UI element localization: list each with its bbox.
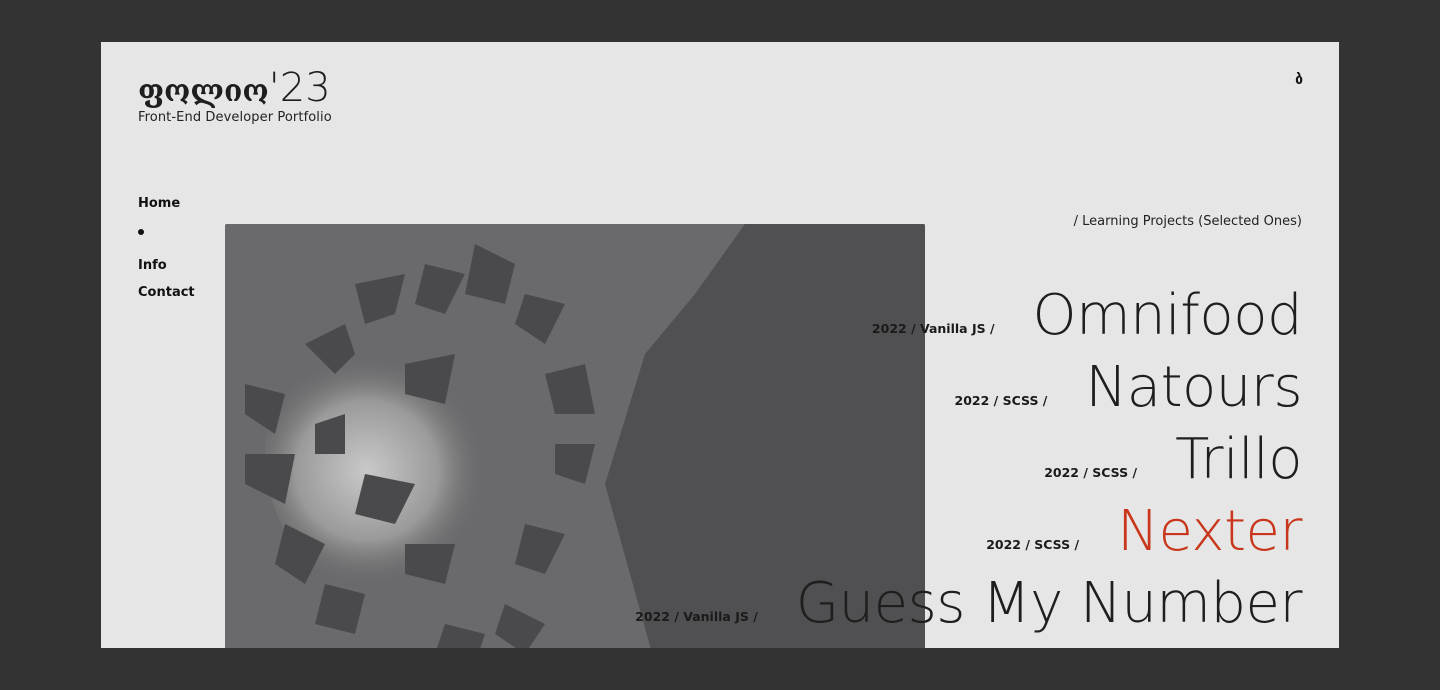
project-title[interactable]: Natours [1085,358,1302,418]
nav-active-indicator [138,229,195,256]
nav-item-contact[interactable]: Contact [138,283,195,310]
logo-subtitle: Front-End Developer Portfolio [138,110,332,125]
section-label: / Learning Projects (Selected Ones) [1073,214,1302,229]
project-meta: 2022 / SCSS / [986,537,1080,552]
language-toggle[interactable]: ბ [1295,72,1303,88]
project-title[interactable]: Trillo [1175,430,1302,490]
nav-item-info[interactable]: Info [138,256,195,283]
logo-year: '23 [268,65,331,111]
project-meta: 2022 / SCSS / [1044,465,1138,480]
project-item-nexter[interactable]: 2022 / SCSS / Nexter [635,490,1302,562]
project-meta: 2022 / SCSS / [954,393,1048,408]
project-title[interactable]: Nexter [1117,502,1302,562]
logo[interactable]: ფოლიო'23 Front-End Developer Portfolio [138,64,332,125]
project-item-omnifood[interactable]: 2022 / Vanilla JS / Omnifood [635,274,1303,346]
nav-item-home[interactable]: Home [138,194,195,221]
portfolio-card: ფოლიო'23 Front-End Developer Portfolio ბ… [101,42,1339,648]
logo-name: ფოლიო [138,74,269,109]
project-title[interactable]: Guess My Number [796,574,1303,634]
project-item-guess-my-number[interactable]: 2022 / Vanilla JS / Guess My Number [635,562,1302,634]
project-meta: 2022 / Vanilla JS / [871,321,995,336]
project-title[interactable]: Omnifood [1033,286,1303,346]
project-list: 2022 / Vanilla JS / Omnifood 2022 / SCSS… [635,274,1302,634]
main-nav: Home Info Contact [138,194,195,310]
dot-icon [138,229,144,235]
project-item-natours[interactable]: 2022 / SCSS / Natours [635,346,1303,418]
project-meta: 2022 / Vanilla JS / [635,609,758,624]
project-item-trillo[interactable]: 2022 / SCSS / Trillo [635,418,1302,490]
